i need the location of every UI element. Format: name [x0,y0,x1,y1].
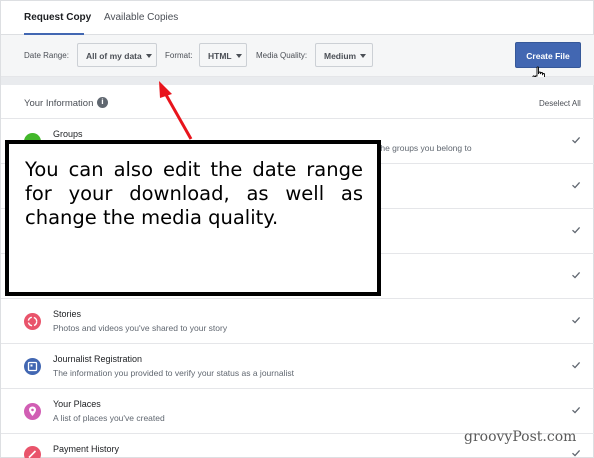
download-your-information-panel: Request Copy Available Copies Date Range… [0,0,594,458]
place-pin-icon [24,403,41,420]
payment-icon [24,446,41,458]
chevron-down-icon [360,54,367,58]
checkmark-icon[interactable] [571,135,581,145]
annotation-callout: You can also edit the date range for you… [5,140,381,296]
checkmark-icon[interactable] [571,448,581,458]
date-range-label: Date Range: [24,51,69,60]
deselect-all-link[interactable]: Deselect All [539,99,581,108]
row-description: The information you provided to verify y… [53,368,294,378]
list-item-your-places[interactable]: Your Places A list of places you've crea… [1,389,594,434]
checkmark-icon[interactable] [571,180,581,190]
chevron-down-icon [235,54,242,58]
checkmark-icon[interactable] [571,360,581,370]
callout-text: You can also edit the date range for you… [25,158,363,229]
checkmark-icon[interactable] [571,270,581,280]
watermark: groovyPost.com [464,429,577,445]
row-title: Your Places [53,399,101,409]
create-file-button[interactable]: Create File [515,42,581,68]
format-dropdown[interactable]: HTML [199,43,247,67]
row-title: Journalist Registration [53,354,143,364]
your-information-header: Your Information i Deselect All [1,85,594,119]
stories-icon [24,313,41,330]
format-label: Format: [165,51,193,60]
row-description: Photos and videos you've shared to your … [53,323,228,333]
journalist-icon [24,358,41,375]
row-title: Payment History [53,444,120,454]
list-item-stories[interactable]: Stories Photos and videos you've shared … [1,299,594,344]
format-value: HTML [208,51,232,61]
info-icon[interactable]: i [97,97,108,108]
checkmark-icon[interactable] [571,405,581,415]
row-title: Groups [53,129,83,139]
media-quality-dropdown[interactable]: Medium [315,43,373,67]
checkmark-icon[interactable] [571,315,581,325]
list-item-journalist-registration[interactable]: Journalist Registration The information … [1,344,594,389]
download-options-toolbar: Date Range: All of my data Format: HTML … [1,35,594,77]
date-range-value: All of my data [86,51,142,61]
row-title: Stories [53,309,82,319]
row-description: the groups you belong to [378,143,472,153]
checkmark-icon[interactable] [571,225,581,235]
media-quality-label: Media Quality: [256,51,308,60]
section-title: Your Information [24,98,94,109]
tab-available-copies[interactable]: Available Copies [104,12,178,23]
tab-request-copy[interactable]: Request Copy [24,12,91,23]
chevron-down-icon [145,54,152,58]
section-divider [1,77,594,85]
media-quality-value: Medium [324,51,357,61]
date-range-dropdown[interactable]: All of my data [77,43,157,67]
row-description: A list of places you've created [53,413,165,423]
tab-bar: Request Copy Available Copies [1,1,594,35]
